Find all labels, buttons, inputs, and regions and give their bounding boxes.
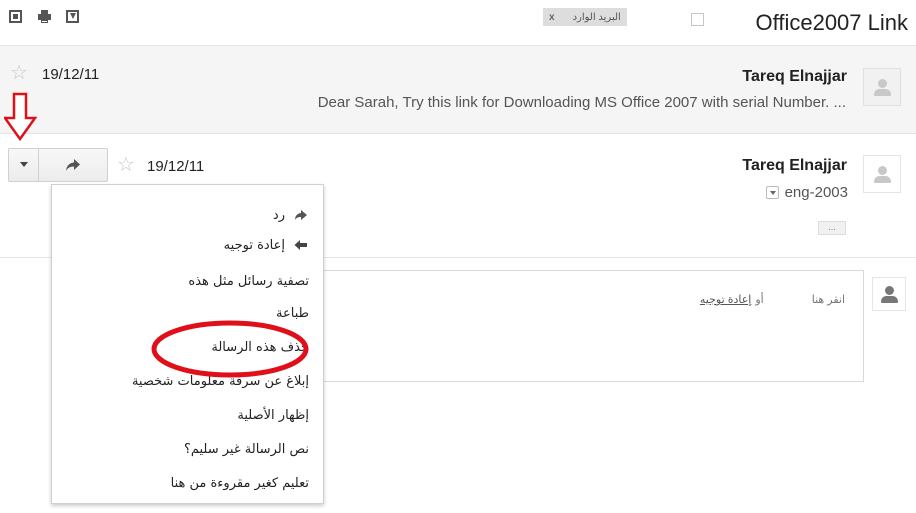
forward-link[interactable]: إعادة توجيه [700,293,751,306]
message-sender[interactable]: Tareq Elnajjar [742,68,847,86]
new-window-icon[interactable] [9,10,22,23]
menu-item-label: إظهار الأصلية [237,407,309,423]
menu-item-mark-unread[interactable]: تعليم كغير مقروءة من هنا [52,469,323,497]
menu-item-label: رد [272,207,285,223]
menu-item-label: تصفية رسائل مثل هذه [188,273,309,289]
print-icon[interactable] [38,10,51,23]
menu-item-label: نص الرسالة غير سليم؟ [183,441,309,457]
avatar [872,277,906,311]
recipient-row: eng-2003 [765,184,848,201]
menu-item-message-text-garbled[interactable]: نص الرسالة غير سليم؟ [52,435,323,463]
annotation-arrow-icon [4,92,38,142]
select-checkbox[interactable] [691,13,704,26]
menu-item-forward[interactable]: إعادة توجيه [52,231,323,259]
reply-hint-prefix[interactable]: انقر هنا [812,293,845,306]
forward-icon [293,239,309,251]
show-details-button[interactable] [765,186,779,199]
menu-item-label: إعادة توجيه [223,237,285,253]
avatar [863,68,901,106]
star-icon[interactable]: ☆ [117,155,135,175]
more-options-button[interactable] [9,149,39,181]
message-snippet[interactable]: Dear Sarah, Try this link for Downloadin… [318,94,846,111]
remove-label-button[interactable]: x [549,12,555,23]
message-date: 19/12/11 [147,158,205,175]
forward-arrow-icon [66,159,80,171]
menu-item-reply[interactable]: رد [52,201,323,229]
message-sender[interactable]: Tareq Elnajjar [742,157,847,175]
download-icon[interactable] [66,10,79,23]
label-chip-inbox: x البريد الوارد [543,8,627,26]
conversation-subject: Office2007 Link [755,10,908,35]
forward-button[interactable] [39,149,107,181]
reply-icon [293,209,309,221]
menu-item-label: تعليم كغير مقروءة من هنا [170,475,309,491]
avatar [863,155,901,193]
star-icon[interactable]: ☆ [10,63,28,83]
collapsed-message[interactable] [0,46,916,134]
message-action-buttons [8,148,108,182]
show-trimmed-content-button[interactable]: ... [818,221,846,235]
menu-item-filter[interactable]: تصفية رسائل مثل هذه [52,267,323,295]
menu-item-show-original[interactable]: إظهار الأصلية [52,401,323,429]
label-chip-text: البريد الوارد [572,11,621,23]
chevron-down-icon [20,162,28,167]
reply-hint: انقر هنا أو إعادة توجيه [700,293,845,306]
message-date: 19/12/11 [42,66,100,83]
recipient-address: eng-2003 [784,184,848,201]
annotation-ellipse [151,320,309,378]
reply-box[interactable]: انقر هنا أو إعادة توجيه [300,270,864,382]
reply-hint-connector: أو [755,294,764,306]
